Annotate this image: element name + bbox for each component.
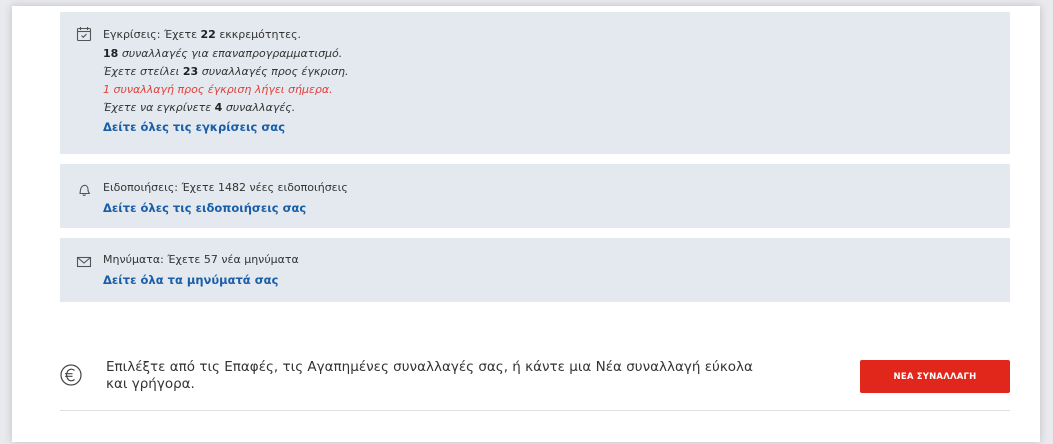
messages-panel: Μηνύματα: Έχετε 57 νέα μηνύματα Δείτε όλ… xyxy=(60,238,1010,302)
approvals-panel: Εγκρίσεις: Έχετε 22 εκκρεμότητες. 18 συν… xyxy=(60,12,1010,154)
messages-link[interactable]: Δείτε όλα τα μηνύματά σας xyxy=(103,273,278,287)
new-transaction-button[interactable]: ΝΕΑ ΣΥΝΑΛΛΑΓΗ xyxy=(860,360,1010,393)
divider xyxy=(60,410,1010,411)
calendar-check-icon xyxy=(76,27,92,42)
sent-line: Έχετε στείλει 23 συναλλαγές προς έγκριση… xyxy=(103,65,349,78)
notifications-text: Ειδοποιήσεις: Έχετε 1482 νέες ειδοποιήσε… xyxy=(103,181,348,194)
notifications-link[interactable]: Δείτε όλες τις ειδοποιήσεις σας xyxy=(103,201,306,215)
euro-icon xyxy=(60,364,82,386)
notifications-panel: Ειδοποιήσεις: Έχετε 1482 νέες ειδοποιήσε… xyxy=(60,164,1010,228)
messages-text: Μηνύματα: Έχετε 57 νέα μηνύματα xyxy=(103,253,299,266)
approvals-title: Εγκρίσεις: Έχετε 22 εκκρεμότητες. xyxy=(103,28,302,41)
approvals-link[interactable]: Δείτε όλες τις εγκρίσεις σας xyxy=(103,120,285,134)
dashboard-card: Εγκρίσεις: Έχετε 22 εκκρεμότητες. 18 συν… xyxy=(12,6,1040,442)
envelope-icon xyxy=(76,256,92,268)
expiring-line: 1 συναλλαγή προς έγκριση λήγει σήμερα. xyxy=(103,83,333,96)
to-approve-line: Έχετε να εγκρίνετε 4 συναλλαγές. xyxy=(103,101,296,114)
new-transaction-text: Επιλέξτε από τις Επαφές, τις Αγαπημένες … xyxy=(106,359,753,392)
reschedule-line: 18 συναλλαγές για επαναπρογραμματισμό. xyxy=(103,47,343,60)
bell-icon xyxy=(79,184,91,197)
